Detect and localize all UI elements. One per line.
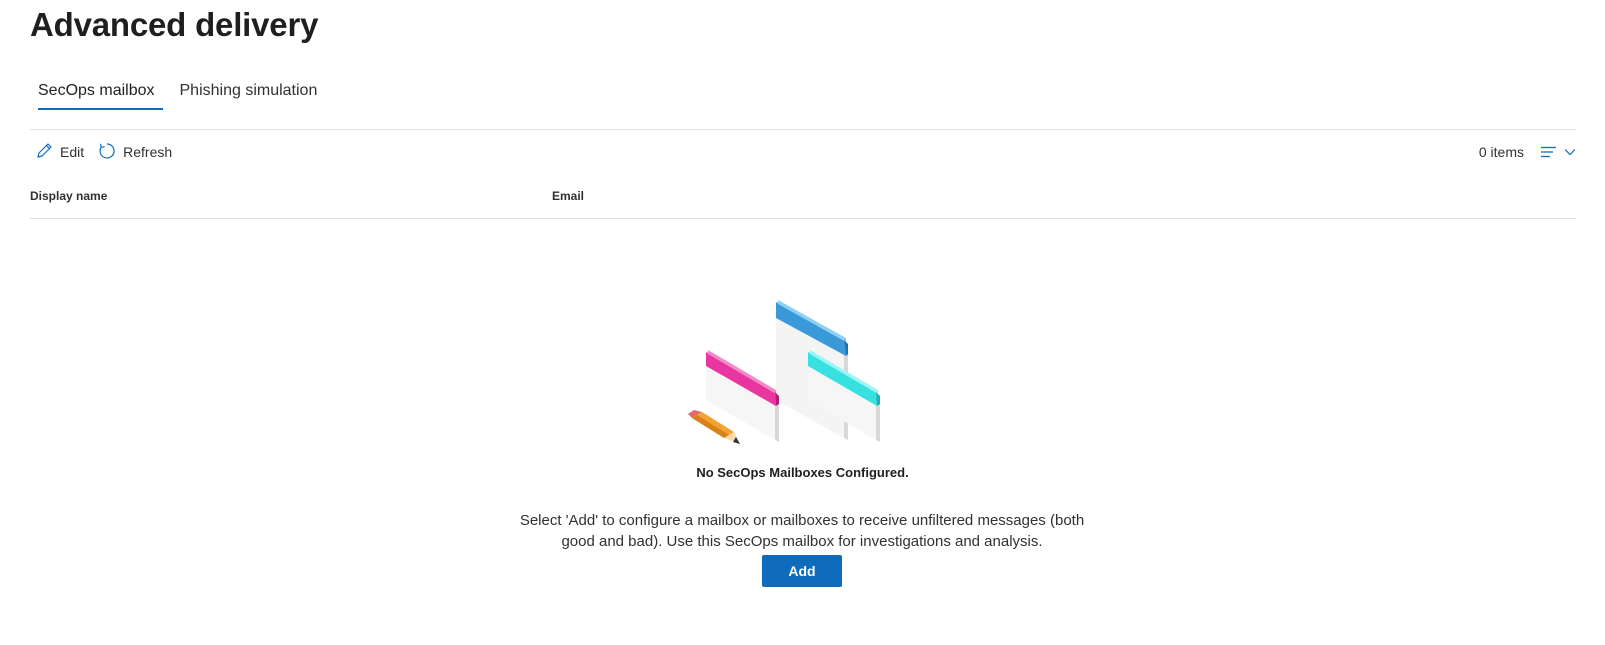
tab-secops-mailbox[interactable]: SecOps mailbox bbox=[30, 78, 163, 110]
command-bar: Edit Refresh bbox=[36, 140, 186, 164]
empty-mailboxes-illustration bbox=[680, 296, 890, 454]
chevron-down-icon bbox=[1564, 148, 1576, 156]
pencil-icon bbox=[36, 142, 60, 162]
empty-state-title: No SecOps Mailboxes Configured. bbox=[696, 465, 909, 480]
refresh-button[interactable]: Refresh bbox=[98, 140, 172, 164]
column-header-display-name[interactable]: Display name bbox=[30, 189, 107, 203]
tab-divider bbox=[30, 129, 1576, 130]
items-area: 0 items bbox=[1479, 140, 1576, 164]
edit-button[interactable]: Edit bbox=[36, 140, 84, 164]
items-count: 0 items bbox=[1478, 144, 1524, 160]
edit-label: Edit bbox=[60, 144, 85, 160]
page-title: Advanced delivery bbox=[30, 6, 319, 43]
add-button[interactable]: Add bbox=[762, 555, 842, 587]
advanced-delivery-page: Advanced delivery SecOps mailbox Phishin… bbox=[0, 0, 1605, 645]
list-view-icon bbox=[1540, 145, 1558, 159]
tab-list: SecOps mailbox Phishing simulation bbox=[30, 78, 334, 110]
table-header-row: Display name Email bbox=[30, 186, 1576, 219]
column-header-email[interactable]: Email bbox=[552, 189, 584, 203]
tab-phishing-simulation[interactable]: Phishing simulation bbox=[172, 78, 326, 110]
refresh-label: Refresh bbox=[123, 144, 173, 160]
view-options-button[interactable] bbox=[1540, 145, 1576, 159]
refresh-icon bbox=[98, 142, 123, 163]
empty-state-description: Select 'Add' to configure a mailbox or m… bbox=[519, 512, 1085, 550]
